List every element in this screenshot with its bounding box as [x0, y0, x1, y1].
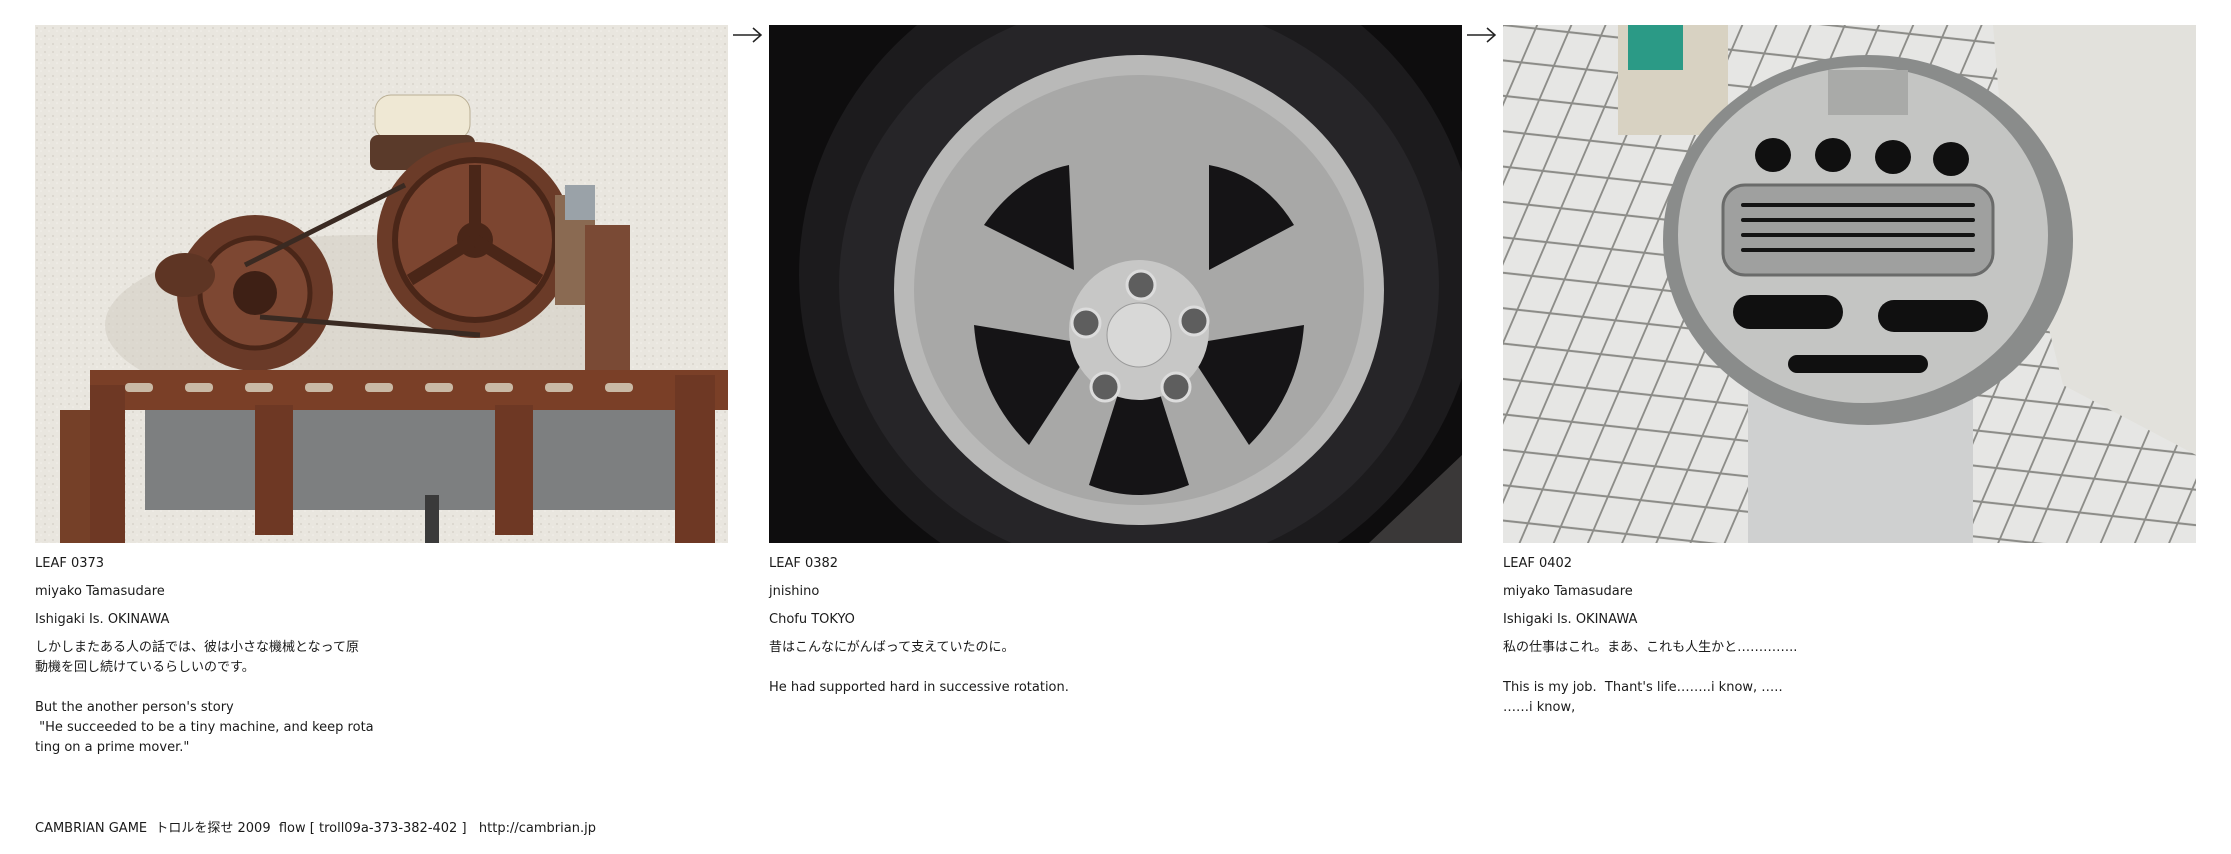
leaf-text-ja-2: 動機を回し続けているらしいのです。 — [35, 660, 255, 675]
leaf-id: LEAF 0382 — [769, 556, 839, 571]
leaf-caption: LEAF 0382 jnishino Chofu TOKYO 昔はこんなにがんば… — [769, 554, 1462, 698]
leaf-text-en-3: ting on a prime mover." — [35, 740, 190, 755]
leaf-caption: LEAF 0402 miyako Tamasudare Ishigaki Is.… — [1503, 554, 2196, 718]
leaf-location: Ishigaki Is. OKINAWA — [1503, 612, 1638, 627]
leaf-id: LEAF 0402 — [1503, 556, 1573, 571]
leaf-author: jnishino — [769, 584, 820, 599]
car-wheel-photo[interactable] — [769, 25, 1462, 543]
leaf-author: miyako Tamasudare — [35, 584, 165, 599]
ashtray-image — [1503, 25, 2196, 543]
footer-credit: CAMBRIAN GAME トロルを探せ 2009 flow [ troll09… — [35, 821, 596, 836]
leaf-panel-0373: LEAF 0373 miyako Tamasudare Ishigaki Is.… — [35, 25, 728, 758]
leaf-text-en-1: But the another person's story — [35, 700, 234, 715]
leaf-location: Ishigaki Is. OKINAWA — [35, 612, 170, 627]
leaf-text-en-2: "He succeeded to be a tiny machine, and … — [35, 720, 374, 735]
rusty-machine-image — [35, 25, 728, 543]
leaf-text-en-2: ……i know, — [1503, 700, 1576, 715]
leaf-author: miyako Tamasudare — [1503, 584, 1633, 599]
leaf-text-ja-1: 私の仕事はこれ。まあ、これも人生かと………….. — [1503, 640, 1798, 655]
leaf-panel-0402: LEAF 0402 miyako Tamasudare Ishigaki Is.… — [1503, 25, 2196, 718]
car-wheel-image — [769, 25, 1462, 543]
leaf-text-ja-1: しかしまたある人の話では、彼は小さな機械となって原 — [35, 640, 359, 655]
leaf-text-ja-1: 昔はこんなにがんばって支えていたのに。 — [769, 640, 1015, 655]
arrow-right-icon — [1467, 27, 1497, 43]
leaf-text-en-1: He had supported hard in successive rota… — [769, 680, 1069, 695]
rusty-machine-photo[interactable] — [35, 25, 728, 543]
leaf-id: LEAF 0373 — [35, 556, 105, 571]
leaf-location: Chofu TOKYO — [769, 612, 855, 627]
arrow-right-icon — [733, 27, 763, 43]
ashtray-photo[interactable] — [1503, 25, 2196, 543]
leaf-panel-0382: LEAF 0382 jnishino Chofu TOKYO 昔はこんなにがんば… — [769, 25, 1462, 698]
leaf-caption: LEAF 0373 miyako Tamasudare Ishigaki Is.… — [35, 554, 728, 758]
leaf-text-en-1: This is my job. Thant's life……..i know, … — [1503, 680, 1783, 695]
